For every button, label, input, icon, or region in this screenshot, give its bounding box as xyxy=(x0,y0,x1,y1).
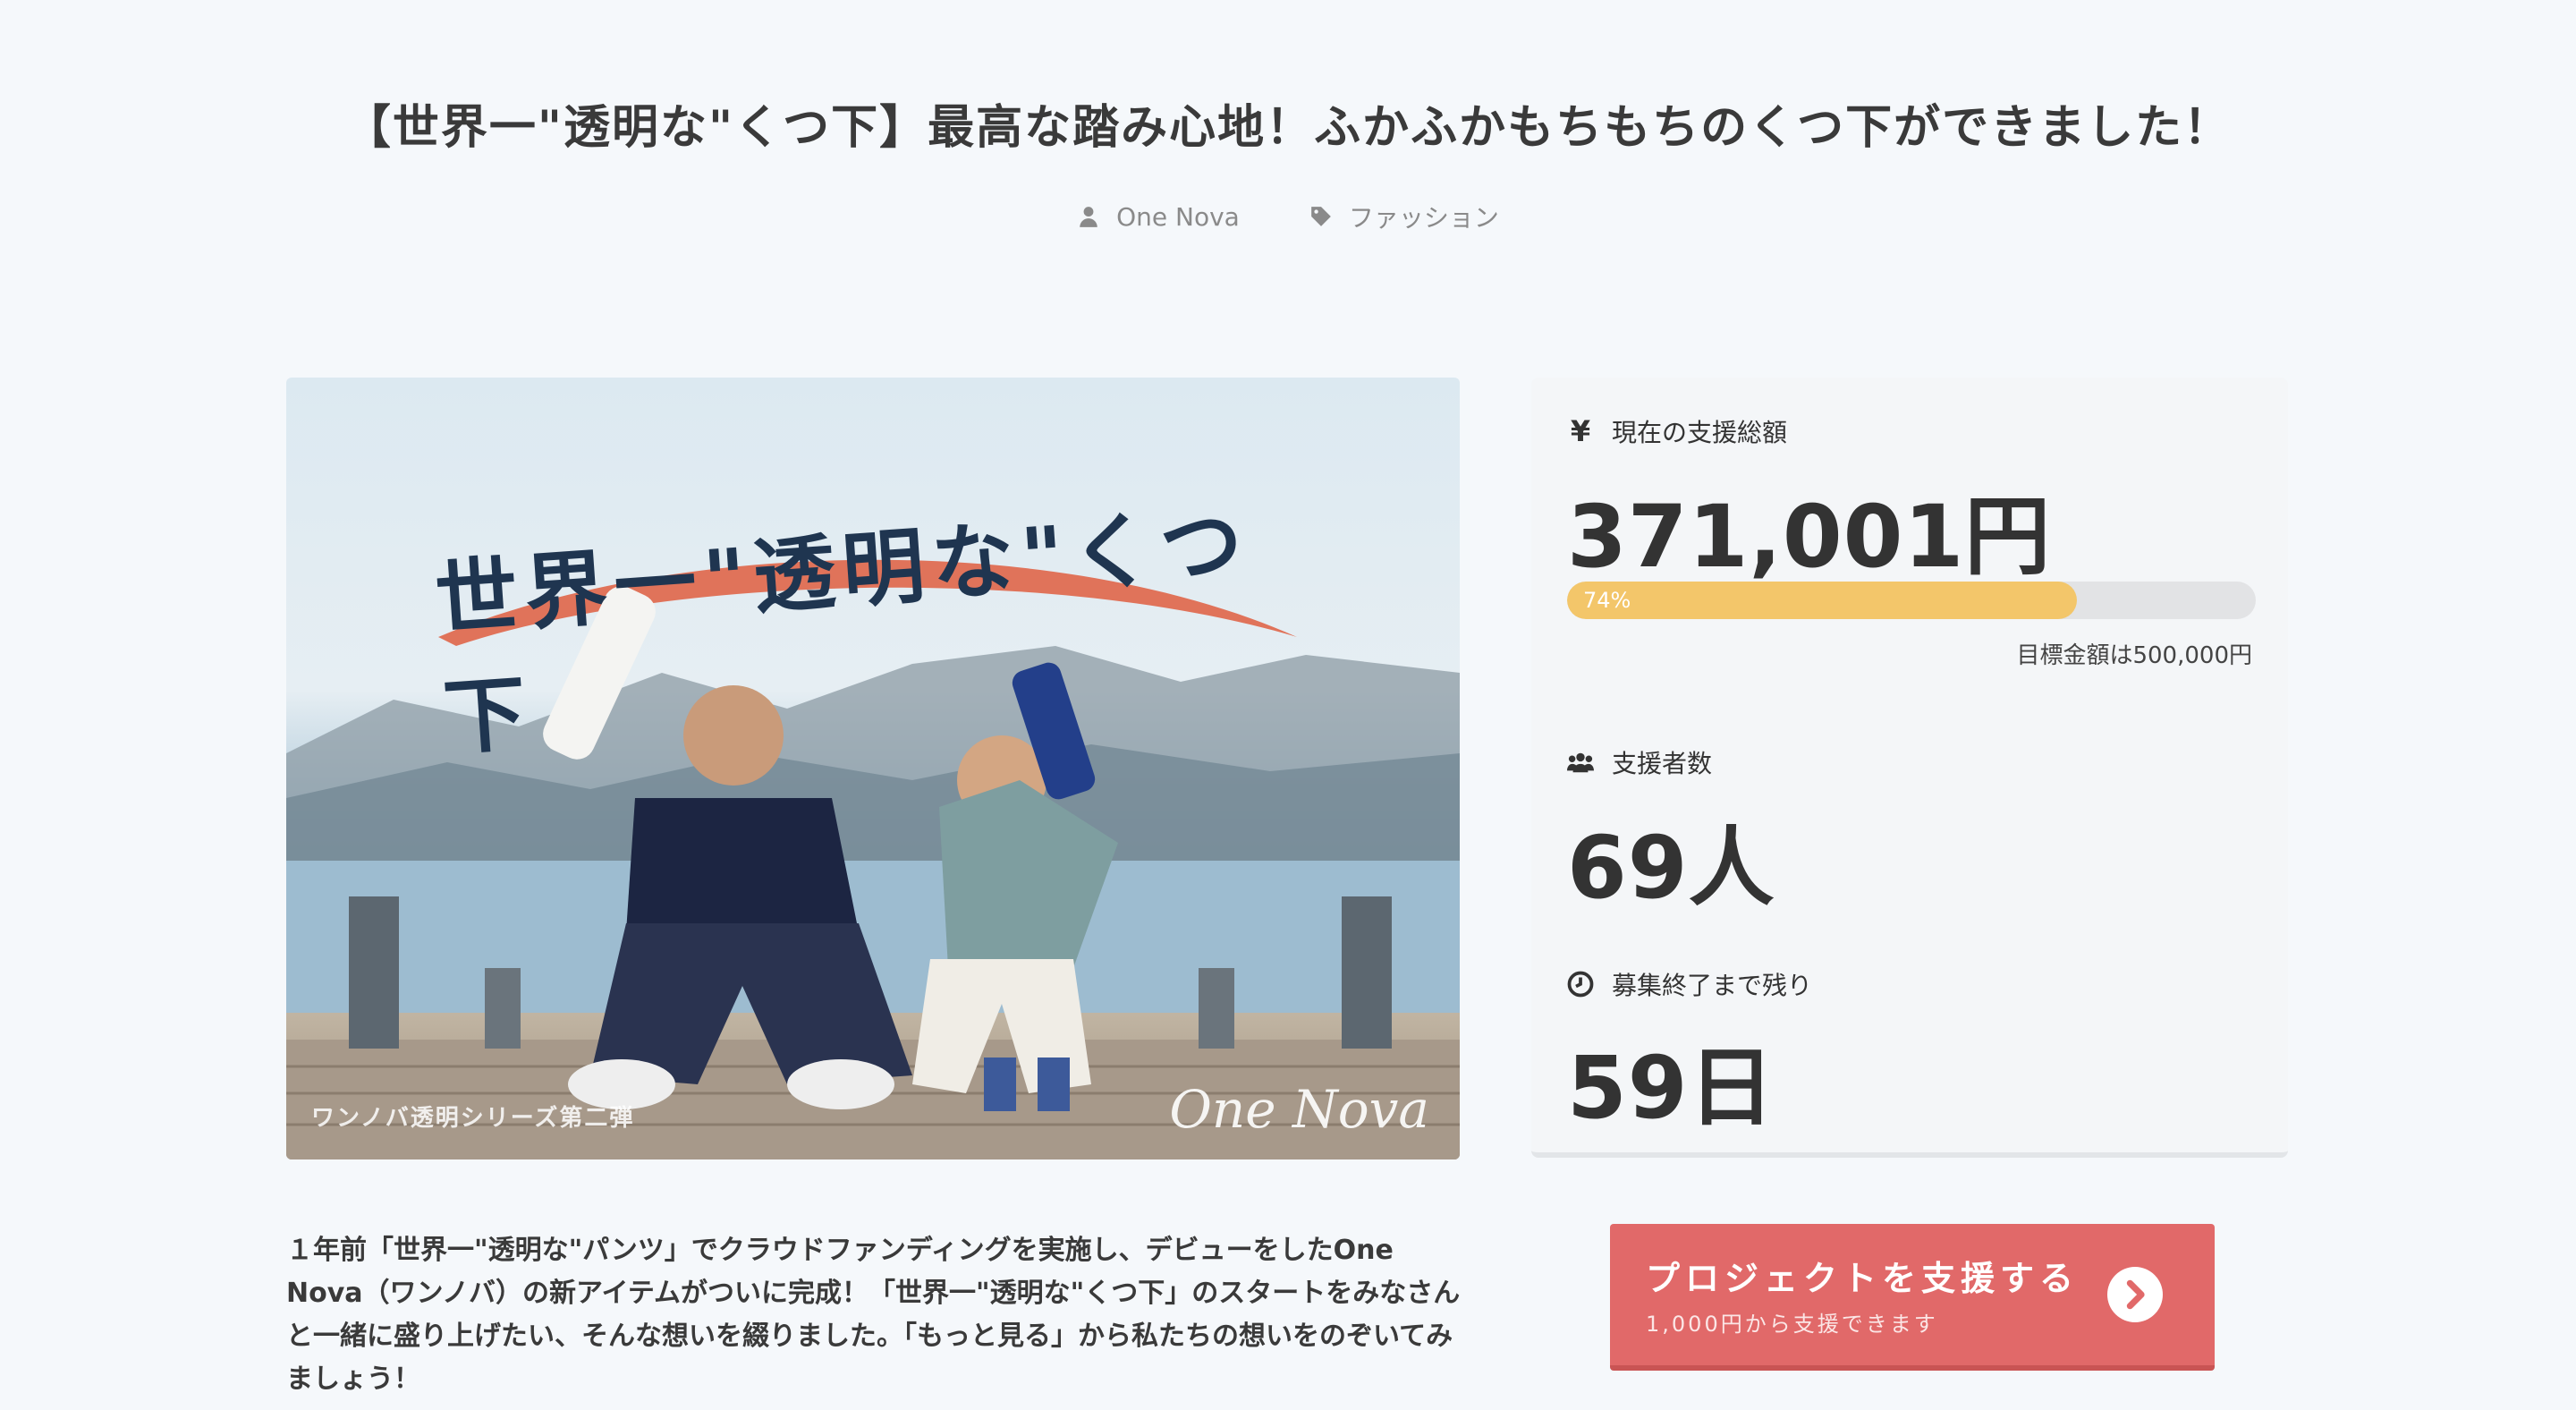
hero-series-label: ワンノバ透明シリーズ第二弾 xyxy=(311,1105,635,1132)
chevron-right-icon xyxy=(2126,1279,2145,1310)
support-project-button[interactable]: プロジェクトを支援する 1,000円から支援できます xyxy=(1610,1224,2215,1371)
bollard xyxy=(1199,968,1234,1049)
progress-fill: 74% xyxy=(1567,582,2077,619)
category-link[interactable]: ファッション xyxy=(1309,199,1499,234)
supporters-count: 69人 xyxy=(1567,818,1775,918)
project-meta: One Nova ファッション xyxy=(0,199,2576,234)
funding-amount: 371,001円 xyxy=(1567,487,2052,587)
owner-link[interactable]: One Nova xyxy=(1077,199,1240,234)
remaining-days: 59日 xyxy=(1567,1038,1775,1138)
funding-stats-card: ¥ 現在の支援総額 371,001円 74% 目標金額は500,000円 支援者… xyxy=(1531,378,2288,1158)
users-icon xyxy=(1567,752,1594,773)
project-hero-image[interactable]: 世界一"透明な"くつ下 ワンノバ透明シリーズ第二弾 One Nova xyxy=(286,378,1460,1159)
tag-icon xyxy=(1311,207,1331,226)
bollard xyxy=(1342,896,1392,1049)
support-button-label: プロジェクトを支援する xyxy=(1646,1259,2080,1298)
remaining-label-row: 募集終了まで残り xyxy=(1567,966,1812,1002)
owner-name: One Nova xyxy=(1116,201,1240,232)
funding-label: 現在の支援総額 xyxy=(1612,418,1788,447)
chevron-right-circle-icon xyxy=(2107,1267,2163,1322)
funding-progress-bar: 74% xyxy=(1567,582,2256,619)
project-page: 【世界一"透明な"くつ下】最高な踏み心地！ふかふかもちもちのくつ下ができました！… xyxy=(0,0,2576,1410)
clock-icon xyxy=(1567,971,1594,998)
goal-amount: 目標金額は500,000円 xyxy=(2016,642,2252,669)
funding-label-row: ¥ 現在の支援総額 xyxy=(1567,413,1787,449)
yen-icon: ¥ xyxy=(1570,414,1591,448)
supporters-label: 支援者数 xyxy=(1612,749,1713,778)
project-summary: １年前「世界一"透明な"パンツ」でクラウドファンディングを実施し、デビューをした… xyxy=(286,1235,1461,1395)
remaining-label: 募集終了まで残り xyxy=(1612,971,1813,1000)
user-icon xyxy=(1080,207,1097,227)
hero-brand-logo: One Nova xyxy=(1169,1079,1429,1140)
bollard xyxy=(485,968,521,1049)
support-button-sublabel: 1,000円から支援できます xyxy=(1646,1312,1938,1337)
category-name: ファッション xyxy=(1348,203,1499,233)
project-title: 【世界一"透明な"くつ下】最高な踏み心地！ふかふかもちもちのくつ下ができました！ xyxy=(343,101,2233,155)
supporters-label-row: 支援者数 xyxy=(1567,744,1712,780)
progress-label: 74% xyxy=(1583,588,1631,613)
bollard xyxy=(349,896,399,1049)
